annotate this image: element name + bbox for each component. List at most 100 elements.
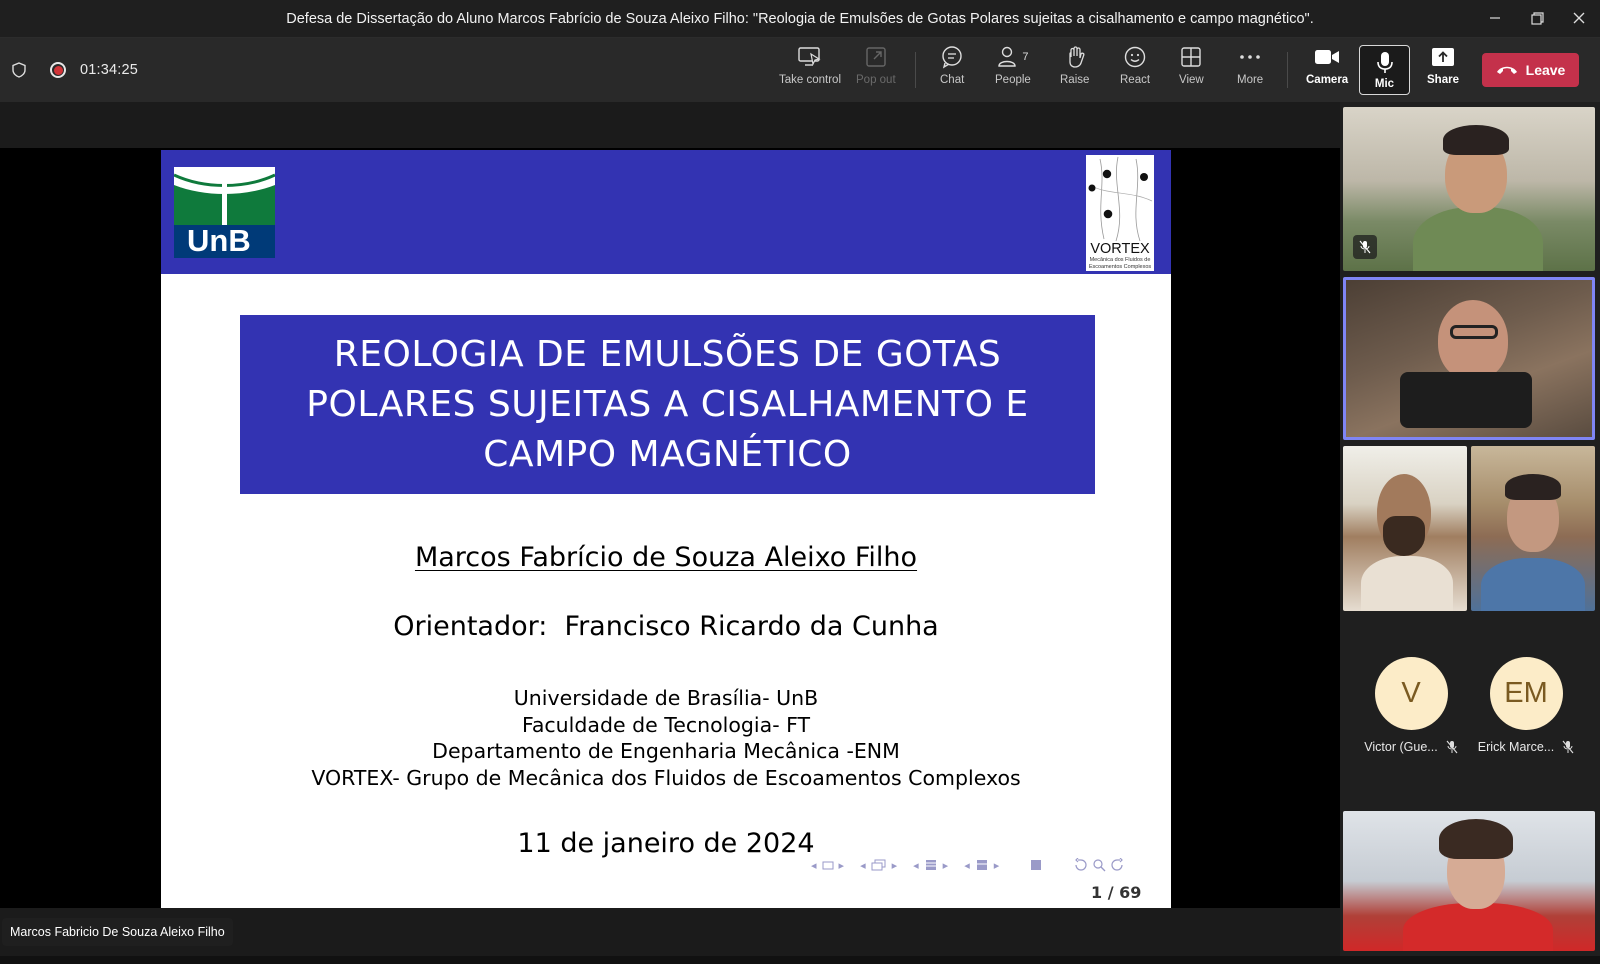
take-control-label: Take control bbox=[779, 74, 842, 86]
more-button[interactable]: More bbox=[1237, 43, 1263, 97]
nav-prev-icon[interactable]: ◂ bbox=[913, 859, 919, 872]
beamer-navigation[interactable]: ◂ ▸ ◂ ▸ ◂ ▸ ◂ ▸ bbox=[811, 858, 1125, 872]
vortex-logo-text: VORTEX bbox=[1090, 241, 1150, 257]
camera-label: Camera bbox=[1306, 74, 1349, 86]
chat-label: Chat bbox=[940, 74, 965, 86]
pop-out-icon bbox=[866, 47, 886, 67]
mic-muted-icon bbox=[1446, 740, 1458, 754]
microphone-icon bbox=[1376, 52, 1393, 73]
smiley-icon bbox=[1124, 46, 1146, 68]
self-video-tile[interactable] bbox=[1343, 811, 1595, 951]
nav-prev-icon[interactable]: ◂ bbox=[860, 859, 866, 872]
toolbar-divider bbox=[1287, 52, 1288, 88]
avatar: V bbox=[1374, 657, 1448, 730]
nav-section-icon[interactable] bbox=[924, 859, 938, 871]
participant-hair bbox=[1443, 125, 1509, 155]
slide-title: REOLOGIA DE EMULSÕES DE GOTAS POLARES SU… bbox=[306, 333, 1029, 475]
minimize-button[interactable] bbox=[1474, 0, 1516, 36]
pop-out-button[interactable]: Pop out bbox=[856, 43, 896, 97]
people-count: 7 bbox=[1022, 51, 1029, 63]
people-label: People bbox=[995, 74, 1031, 86]
camera-button[interactable]: Camera bbox=[1306, 43, 1348, 97]
nav-document-icon[interactable] bbox=[975, 859, 989, 871]
meeting-timer: 01:34:25 bbox=[80, 62, 139, 78]
people-icon bbox=[998, 46, 1017, 67]
window-title: Defesa de Dissertação do Aluno Marcos Fa… bbox=[286, 10, 1314, 27]
leave-button[interactable]: Leave bbox=[1482, 53, 1579, 87]
leave-label: Leave bbox=[1525, 62, 1566, 78]
take-control-button[interactable]: Take control bbox=[779, 43, 841, 97]
slide-institution: Universidade de Brasília- UnB Faculdade … bbox=[161, 685, 1171, 791]
nav-next-icon[interactable]: ▸ bbox=[994, 859, 1000, 872]
participant-video-tile[interactable] bbox=[1343, 107, 1595, 271]
close-button[interactable] bbox=[1558, 0, 1600, 36]
nav-next-icon[interactable]: ▸ bbox=[839, 859, 845, 872]
toolbar-divider bbox=[915, 52, 916, 88]
chat-button[interactable]: Chat bbox=[940, 43, 964, 97]
slide-author: Marcos Fabrício de Souza Aleixo Filho bbox=[161, 542, 1171, 573]
participant-avatar-tile[interactable]: EM Erick Marce... bbox=[1466, 657, 1586, 754]
more-label: More bbox=[1237, 74, 1264, 86]
nav-next-icon[interactable]: ▸ bbox=[943, 859, 949, 872]
speaker-name-label: Marcos Fabricio De Souza Aleixo Filho bbox=[2, 918, 233, 946]
mic-label: Mic bbox=[1374, 78, 1395, 90]
nav-back-icon[interactable] bbox=[1073, 858, 1087, 872]
pop-out-label: Pop out bbox=[856, 74, 896, 86]
raise-hand-icon bbox=[1069, 46, 1085, 68]
take-control-icon bbox=[798, 47, 821, 66]
participant-video-tile[interactable] bbox=[1471, 446, 1595, 611]
restore-button[interactable] bbox=[1516, 0, 1558, 36]
nav-forward-icon[interactable] bbox=[1111, 858, 1125, 872]
nav-prev-icon[interactable]: ◂ bbox=[964, 859, 970, 872]
close-icon bbox=[1573, 12, 1585, 24]
mic-muted-icon bbox=[1562, 740, 1574, 754]
chat-icon bbox=[942, 46, 962, 69]
view-label: View bbox=[1179, 74, 1204, 86]
grid-view-icon bbox=[1181, 47, 1202, 67]
recording-icon bbox=[50, 62, 66, 78]
shield-icon[interactable] bbox=[12, 62, 26, 78]
view-button[interactable]: View bbox=[1179, 43, 1204, 97]
nav-appendix-icon[interactable] bbox=[1029, 858, 1043, 872]
institution-line: VORTEX- Grupo de Mecânica dos Fluidos de… bbox=[311, 765, 1021, 790]
slide-title-box: REOLOGIA DE EMULSÕES DE GOTAS POLARES SU… bbox=[240, 315, 1095, 494]
participant-figure bbox=[1481, 558, 1585, 611]
raise-hand-button[interactable]: Raise bbox=[1060, 43, 1089, 97]
slide-advisor: Orientador: Francisco Ricardo da Cunha bbox=[393, 611, 939, 642]
nav-search-icon[interactable] bbox=[1092, 858, 1106, 872]
nav-next-icon[interactable]: ▸ bbox=[892, 859, 898, 872]
people-button[interactable]: 7 People bbox=[995, 43, 1031, 97]
participant-face bbox=[1438, 300, 1508, 380]
participant-name: Erick Marce... bbox=[1477, 740, 1555, 754]
presentation-slide: UnB VORTEX Mecânica dos Fluidos de Escoa… bbox=[161, 150, 1171, 908]
meeting-toolbar: 01:34:25 Take control Pop out Chat 7 Peo… bbox=[0, 38, 1600, 102]
react-button[interactable]: React bbox=[1120, 43, 1150, 97]
nav-subsection-icon[interactable] bbox=[871, 859, 887, 871]
participant-hair bbox=[1505, 474, 1561, 500]
restore-icon bbox=[1530, 11, 1544, 25]
nav-prev-icon[interactable]: ◂ bbox=[811, 859, 817, 872]
unb-logo: UnB bbox=[174, 167, 275, 258]
phone-in-hand bbox=[1400, 372, 1532, 428]
participant-video-tile[interactable] bbox=[1343, 446, 1467, 611]
participant-beard bbox=[1383, 516, 1425, 556]
glasses-icon bbox=[1450, 325, 1498, 339]
slide-date: 11 de janeiro de 2024 bbox=[517, 828, 815, 859]
slide-page-number: 1 / 69 bbox=[1091, 883, 1142, 902]
share-icon bbox=[1431, 48, 1454, 66]
institution-line: Departamento de Engenharia Mecânica -ENM bbox=[432, 739, 900, 763]
mic-button[interactable]: Mic bbox=[1359, 45, 1410, 95]
nav-frame-icon[interactable] bbox=[822, 861, 834, 870]
avatar: EM bbox=[1489, 657, 1563, 730]
mic-muted-icon bbox=[1353, 235, 1377, 259]
react-label: React bbox=[1120, 74, 1151, 86]
participant-avatar-tile[interactable]: V Victor (Gue... bbox=[1351, 657, 1471, 754]
raise-label: Raise bbox=[1060, 74, 1090, 86]
unb-logo-text: UnB bbox=[187, 223, 251, 258]
participant-figure bbox=[1413, 207, 1543, 271]
participant-video-tile-active-speaker[interactable] bbox=[1343, 277, 1595, 440]
vortex-logo: VORTEX Mecânica dos Fluidos de Escoament… bbox=[1086, 155, 1154, 271]
share-button[interactable]: Share bbox=[1427, 43, 1459, 97]
camera-icon bbox=[1315, 50, 1340, 64]
institution-line: Universidade de Brasília- UnB bbox=[513, 686, 819, 710]
